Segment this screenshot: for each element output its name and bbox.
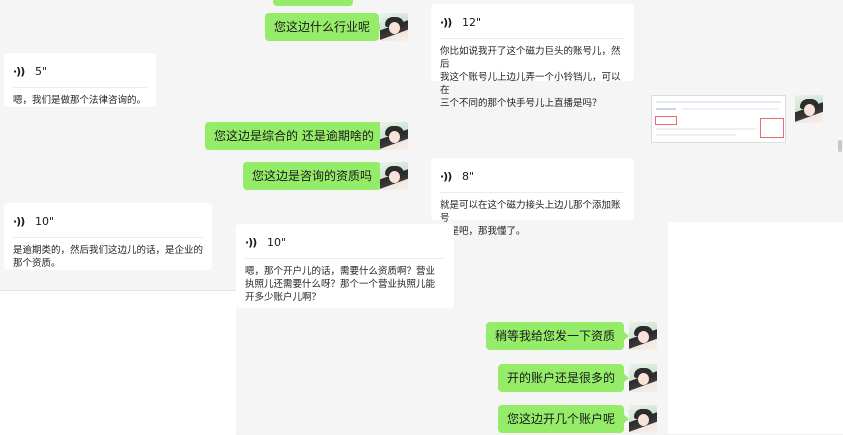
scrollbar-thumb[interactable] xyxy=(838,140,842,152)
sent-message-many-accounts[interactable]: 开的账户还是很多的 xyxy=(498,364,630,392)
voice-transcript: 就是可以在这个磁力接头上边儿那个添加账号 儿是吧，那我懂了。 xyxy=(440,200,621,237)
voice-duration: 5" xyxy=(35,64,48,78)
voice-duration: 12" xyxy=(462,15,482,29)
voice-duration: 10" xyxy=(267,235,287,249)
voice-transcript: 你比如说我开了这个磁力巨头的账号儿，然后 我这个账号儿上边儿弄一个小铃铛儿，可以… xyxy=(440,46,621,109)
sent-message-industry[interactable]: 您这边什么行业呢 xyxy=(265,13,385,41)
voice-message-10-left[interactable]: ·)) 10" 是逾期类的，然后我们这边儿的话，是企业的 那个资质。 xyxy=(4,203,212,270)
chat-window-left-empty xyxy=(0,290,236,435)
voice-transcript: 嗯，那个开户儿的话，需要什么资质啊？营业 执照儿还需要什么呀？那个一个营业执照儿… xyxy=(245,266,436,303)
voice-duration: 10" xyxy=(35,214,55,228)
voice-duration: 8" xyxy=(462,169,475,183)
voice-message-10-middle[interactable]: ·)) 10" 嗯，那个开户儿的话，需要什么资质啊？营业 执照儿还需要什么呀？那个… xyxy=(236,224,454,308)
user-avatar-icon[interactable] xyxy=(380,162,408,190)
voice-message-5[interactable]: ·)) 5" 嗯，我们是做那个法律咨询的。 xyxy=(4,53,156,107)
user-avatar-icon[interactable] xyxy=(629,364,657,392)
user-avatar-icon[interactable] xyxy=(380,122,408,150)
user-avatar-icon[interactable] xyxy=(380,13,408,41)
voice-wave-icon: ·)) xyxy=(440,15,452,29)
user-avatar-icon[interactable] xyxy=(629,322,657,350)
chat-window-right-empty xyxy=(668,222,843,434)
voice-wave-icon: ·)) xyxy=(13,214,25,228)
sent-message-qualification[interactable]: 您这边是咨询的资质吗 xyxy=(243,162,387,190)
sent-message-comprehensive[interactable]: 您这边是综合的 还是逾期啥的 xyxy=(205,122,388,150)
voice-message-12[interactable]: ·)) 12" 你比如说我开了这个磁力巨头的账号儿，然后 我这个账号儿上边儿弄一个… xyxy=(431,4,634,109)
sent-message-clipped[interactable] xyxy=(273,0,353,6)
sent-message-how-many[interactable]: 您这边开几个账户呢 xyxy=(498,405,630,433)
voice-transcript: 是逾期类的，然后我们这边儿的话，是企业的 那个资质。 xyxy=(13,245,204,269)
user-avatar-icon[interactable] xyxy=(629,405,657,433)
voice-message-8[interactable]: ·)) 8" 就是可以在这个磁力接头上边儿那个添加账号 儿是吧，那我懂了。 xyxy=(431,158,634,237)
user-avatar-icon[interactable] xyxy=(795,95,823,123)
voice-wave-icon: ·)) xyxy=(13,64,25,78)
sent-message-send-docs[interactable]: 稍等我给您发一下资质 xyxy=(486,322,630,350)
voice-wave-icon: ·)) xyxy=(245,235,257,249)
voice-transcript: 嗯，我们是做那个法律咨询的。 xyxy=(13,95,147,106)
voice-wave-icon: ·)) xyxy=(440,169,452,183)
screenshot-thumbnail[interactable] xyxy=(651,95,786,143)
